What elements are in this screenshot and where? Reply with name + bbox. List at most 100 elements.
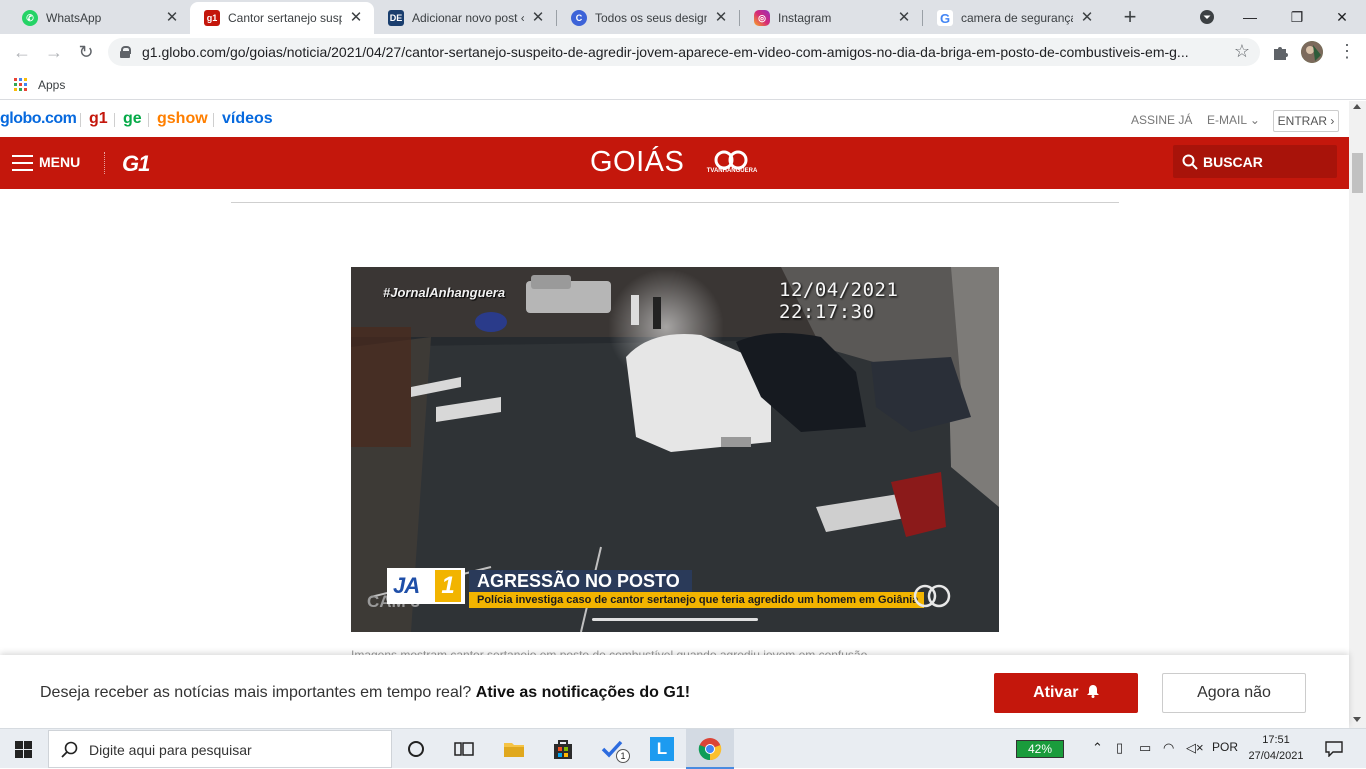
address-bar[interactable]: g1.globo.com/go/goias/noticia/2021/04/27… [108,38,1260,66]
google-icon: G [937,10,953,26]
chrome-taskbar-button[interactable] [686,729,734,769]
videos-link[interactable]: vídeos [222,110,273,128]
tab-search-button[interactable] [1195,5,1219,29]
tab-instagram[interactable]: ◎ Instagram ✕ [740,2,922,34]
restore-button[interactable]: ❐ [1285,5,1309,29]
dismiss-notifications-button[interactable]: Agora não [1162,673,1306,713]
new-tab-button[interactable]: + [1118,5,1142,29]
tab-strip: ✆ WhatsApp ✕ g1 Cantor sertanejo suspe ✕… [0,0,1366,34]
search-icon [1182,154,1198,170]
tv-brand-label: TVANHANGUERA [706,168,758,174]
tab-g1-article[interactable]: g1 Cantor sertanejo suspe ✕ [190,2,374,34]
search-icon [61,741,78,758]
entrar-label: ENTRAR [1277,114,1327,128]
scroll-up-arrow-icon[interactable] [1353,104,1361,109]
activate-notifications-button[interactable]: Ativar [994,673,1138,713]
ge-link[interactable]: ge [123,110,142,128]
tab-label: Cantor sertanejo suspe [228,11,342,25]
video-progress-bar[interactable] [592,618,758,621]
g1-icon: g1 [204,10,220,26]
entrar-button[interactable]: ENTRAR › [1273,110,1339,132]
chevron-up-icon[interactable]: ⌃ [1092,740,1103,756]
system-clock[interactable]: 17:51 27/04/2021 [1246,732,1306,764]
tab-label: Todos os seus designs [595,11,707,25]
search-placeholder: Digite aqui para pesquisar [89,742,252,758]
close-icon[interactable]: ✕ [713,10,729,26]
close-icon[interactable]: ✕ [348,10,364,26]
divider [213,113,214,127]
reload-button[interactable]: ↻ [72,38,100,66]
video-headline: AGRESSÃO NO POSTO [469,570,692,592]
tab-whatsapp[interactable]: ✆ WhatsApp ✕ [8,2,190,34]
tab-label: WhatsApp [46,11,102,25]
canva-icon: C [571,10,587,26]
notification-question: Deseja receber as notícias mais importan… [40,684,472,701]
close-window-button[interactable]: ✕ [1330,5,1354,29]
cctv-timestamp: 12/04/2021 22:17:30 [779,279,899,323]
network-device-icon[interactable]: ▯ [1116,740,1123,756]
region-title[interactable]: GOIÁS [590,146,684,179]
battery-icon[interactable]: ▭ [1139,740,1151,756]
profile-avatar[interactable] [1301,41,1323,63]
de-icon: DE [388,10,404,26]
tab-add-post[interactable]: DE Adicionar novo post ‹ ✕ [374,2,556,34]
file-explorer-icon[interactable] [502,737,526,761]
clock-time: 17:51 [1262,734,1290,746]
bookmark-star-icon[interactable]: ☆ [1234,41,1250,62]
activate-label: Ativar [1033,684,1079,701]
tab-google-search[interactable]: G camera de segurança ✕ [923,2,1105,34]
globo-com-link[interactable]: globo.com [0,110,77,128]
instagram-icon: ◎ [754,10,770,26]
volume-muted-icon[interactable]: ◁× [1186,740,1204,756]
cortana-icon[interactable] [404,737,428,761]
program-hashtag: #JornalAnhanguera [383,285,506,300]
minimize-button[interactable]: — [1238,5,1262,29]
chrome-menu-icon[interactable]: ⋮ [1336,41,1358,63]
email-menu[interactable]: E-MAIL ⌄ [1207,113,1260,127]
menu-button[interactable]: MENU [39,154,80,170]
windows-start-icon[interactable] [15,741,32,758]
extensions-icon[interactable] [1269,41,1291,63]
lightshot-app-icon[interactable]: L [650,737,674,761]
video-subline: Polícia investiga caso de cantor sertane… [469,592,925,608]
whatsapp-icon: ✆ [22,10,38,26]
todo-app-icon[interactable]: 1 [600,737,630,763]
windows-taskbar: Digite aqui para pesquisar 1 L 42% ⌃ ▯ ▭… [0,728,1366,769]
divider [114,113,115,127]
forward-button[interactable]: → [40,38,68,66]
scrollbar-thumb[interactable] [1352,153,1363,193]
video-player[interactable]: #JornalAnhanguera 12/04/2021 22:17:30 CA… [351,267,999,632]
language-indicator[interactable]: POR [1212,740,1238,754]
notification-cta: Ative as notificações do G1! [475,684,691,701]
assine-link[interactable]: ASSINE JÁ [1131,113,1192,127]
tab-canva[interactable]: C Todos os seus designs ✕ [557,2,739,34]
g1-link[interactable]: g1 [89,110,108,128]
page-scrollbar[interactable] [1349,101,1366,728]
taskbar-search[interactable]: Digite aqui para pesquisar [48,730,392,768]
notification-text: Deseja receber as notícias mais importan… [40,684,690,702]
battery-percentage: 42% [1027,742,1053,756]
battery-indicator[interactable]: 42% [1016,740,1064,758]
store-icon[interactable] [551,737,575,761]
chevron-right-icon: › [1327,114,1335,128]
dismiss-label: Agora não [1197,684,1271,701]
close-icon[interactable]: ✕ [530,10,546,26]
close-icon[interactable]: ✕ [1079,10,1095,26]
back-button[interactable]: ← [8,38,36,66]
close-icon[interactable]: ✕ [164,10,180,26]
hamburger-menu-icon[interactable] [12,155,33,171]
bookmarks-bar: Apps [0,70,1366,100]
wifi-icon[interactable]: ◠ [1163,740,1174,756]
tab-label: Instagram [778,11,832,25]
task-view-icon[interactable] [452,737,476,761]
tab-label: Adicionar novo post ‹ [412,11,524,25]
globo-network-bar: globo.com g1 ge gshow vídeos ASSINE JÁ E… [0,101,1349,137]
search-button[interactable]: BUSCAR [1173,145,1337,178]
scroll-down-arrow-icon[interactable] [1353,717,1361,722]
close-icon[interactable]: ✕ [896,10,912,26]
g1-logo[interactable]: G1 [122,151,150,177]
action-center-icon[interactable] [1325,741,1343,757]
tv-anhanguera-logo[interactable]: TVANHANGUERA [702,150,762,178]
gshow-link[interactable]: gshow [157,110,208,128]
apps-bookmark[interactable]: Apps [38,78,65,92]
